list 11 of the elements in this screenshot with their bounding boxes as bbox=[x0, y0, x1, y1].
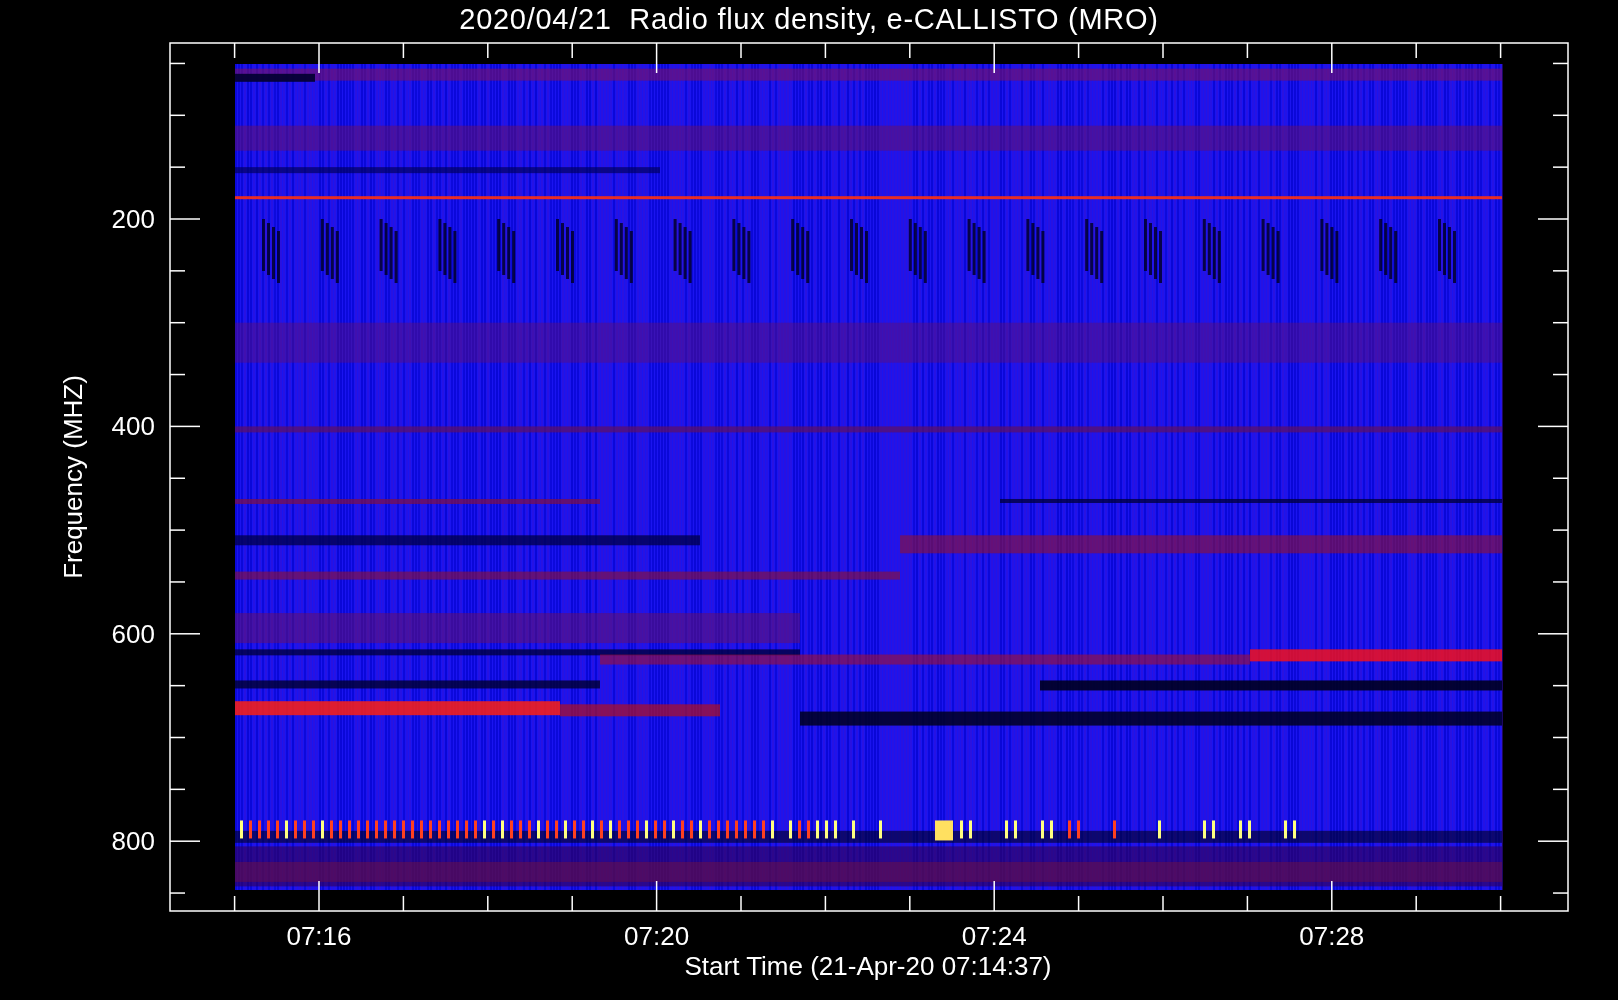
x-axis-title: Start Time (21-Apr-20 07:14:37) bbox=[684, 951, 1052, 981]
x-tick-label: 07:20 bbox=[624, 921, 690, 951]
y-tick-label: 800 bbox=[111, 826, 155, 857]
y-tick-label: 400 bbox=[111, 411, 155, 442]
x-tick-label: 07:16 bbox=[286, 921, 352, 951]
x-tick-label: 07:24 bbox=[961, 921, 1027, 951]
y-axis-title: Frequency (MHZ) bbox=[58, 375, 88, 579]
x-tick-label: 07:28 bbox=[1299, 921, 1365, 951]
chart-title: 2020/04/21 Radio flux density, e-CALLISTO (MRO) bbox=[459, 2, 1159, 37]
y-tick-label: 600 bbox=[111, 618, 155, 649]
y-tick-label: 200 bbox=[111, 204, 155, 234]
